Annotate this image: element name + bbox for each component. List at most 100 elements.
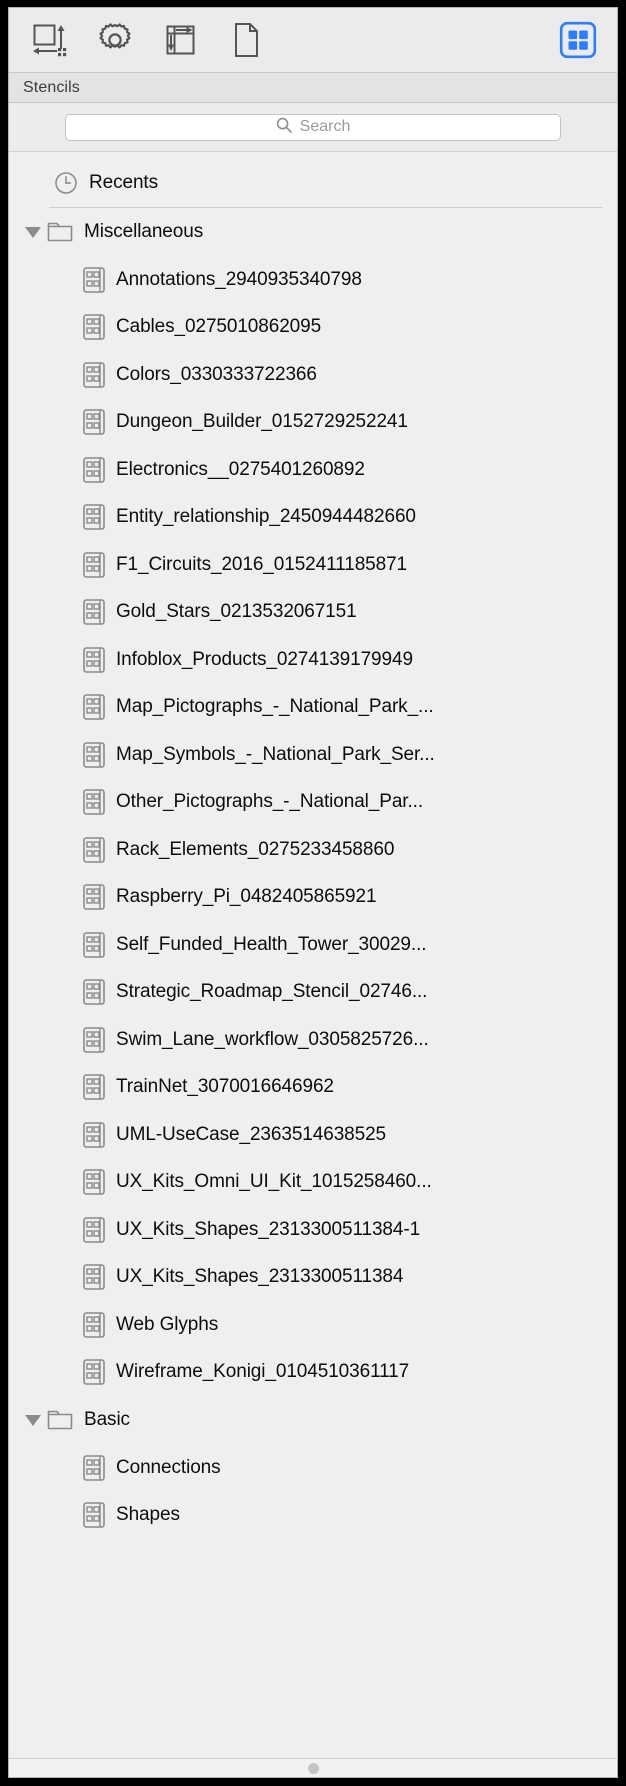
list-item[interactable]: Cables_0275010862095: [9, 304, 617, 352]
list-item-label: Shapes: [116, 1504, 180, 1526]
list-item-label: Gold_Stars_0213532067151: [116, 601, 357, 623]
stencil-icon: [83, 1169, 105, 1196]
stencil-icon: [83, 836, 105, 863]
list-item-label: Dungeon_Builder_0152729252241: [116, 411, 408, 433]
folder-icon: [47, 221, 73, 243]
stencils-grid-icon[interactable]: [557, 20, 599, 60]
list-item-label: Web Glyphs: [116, 1313, 219, 1335]
gear-icon[interactable]: [95, 20, 135, 60]
folder-icon: [47, 1409, 73, 1431]
list-item[interactable]: Gold_Stars_0213532067151: [9, 589, 617, 637]
stencil-icon: [83, 1074, 105, 1101]
list-item[interactable]: Map_Pictographs_-_National_Park_...: [9, 684, 617, 732]
stencil-icon: [83, 409, 105, 436]
stencil-icon: [83, 931, 105, 958]
layout-guides-icon[interactable]: [161, 20, 201, 60]
search-input[interactable]: Search: [65, 113, 561, 141]
stencil-icon: [83, 456, 105, 483]
list-item-label: Entity_relationship_2450944482660: [116, 506, 416, 528]
stencil-icon: [83, 1216, 105, 1243]
stencil-icon: [83, 646, 105, 673]
stencil-icon: [83, 884, 105, 911]
list-item[interactable]: Dungeon_Builder_0152729252241: [9, 399, 617, 447]
list-item[interactable]: UML-UseCase_2363514638525: [9, 1111, 617, 1159]
list-item[interactable]: Rack_Elements_0275233458860: [9, 826, 617, 874]
list-item[interactable]: Raspberry_Pi_0482405865921: [9, 874, 617, 922]
stencil-icon: [83, 1311, 105, 1338]
list-item-label: UX_Kits_Shapes_2313300511384-1: [116, 1218, 421, 1240]
screenshot-root: Stencils Search Recents Miscellaneous An…: [0, 0, 626, 1786]
group-header-basic[interactable]: Basic: [9, 1396, 617, 1444]
list-item[interactable]: Strategic_Roadmap_Stencil_02746...: [9, 969, 617, 1017]
chevron-down-icon[interactable]: [23, 226, 43, 238]
stencil-icon: [83, 599, 105, 626]
list-item[interactable]: F1_Circuits_2016_0152411185871: [9, 541, 617, 589]
document-page-icon[interactable]: [227, 20, 267, 60]
list-item[interactable]: UX_Kits_Omni_UI_Kit_1015258460...: [9, 1159, 617, 1207]
list-item-label: Rack_Elements_0275233458860: [116, 838, 395, 860]
stencil-icon: [83, 1264, 105, 1291]
list-item[interactable]: TrainNet_3070016646962: [9, 1064, 617, 1112]
list-item[interactable]: Entity_relationship_2450944482660: [9, 494, 617, 542]
stencil-icon: [83, 1502, 105, 1529]
list-item-label: UX_Kits_Omni_UI_Kit_1015258460...: [116, 1171, 432, 1193]
list-item[interactable]: Wireframe_Konigi_0104510361117: [9, 1349, 617, 1397]
stencil-icon: [83, 1359, 105, 1386]
list-item-label: Colors_0330333722366: [116, 363, 317, 385]
list-item[interactable]: Infoblox_Products_0274139179949: [9, 636, 617, 684]
group-label: Basic: [84, 1409, 130, 1430]
resize-canvas-icon[interactable]: [29, 20, 69, 60]
search-placeholder: Search: [299, 118, 351, 135]
sidebar-item-recents[interactable]: Recents: [9, 159, 617, 207]
stencil-icon: [83, 789, 105, 816]
list-item-label: Raspberry_Pi_0482405865921: [116, 886, 377, 908]
stencil-icon: [83, 1121, 105, 1148]
sidebar-item-label: Recents: [89, 172, 159, 193]
list-item[interactable]: UX_Kits_Shapes_2313300511384: [9, 1254, 617, 1302]
stencil-icon: [83, 361, 105, 388]
stencils-list[interactable]: Recents Miscellaneous Annotations_294093…: [9, 152, 617, 1758]
list-item[interactable]: Connections: [9, 1444, 617, 1492]
panel-header: Stencils: [9, 73, 617, 103]
stencils-panel-window: Stencils Search Recents Miscellaneous An…: [8, 7, 618, 1778]
list-item[interactable]: Annotations_2940935340798: [9, 256, 617, 304]
list-item[interactable]: UX_Kits_Shapes_2313300511384-1: [9, 1206, 617, 1254]
list-item-label: F1_Circuits_2016_0152411185871: [116, 553, 408, 575]
list-item[interactable]: Shapes: [9, 1492, 617, 1540]
clock-icon: [54, 171, 78, 195]
group-header-miscellaneous[interactable]: Miscellaneous: [9, 208, 617, 256]
list-item-label: Infoblox_Products_0274139179949: [116, 648, 413, 670]
stencil-icon: [83, 266, 105, 293]
page-title: Stencils: [23, 78, 80, 96]
list-item-label: UML-UseCase_2363514638525: [116, 1123, 387, 1145]
list-item[interactable]: Electronics__0275401260892: [9, 446, 617, 494]
stencil-icon: [83, 504, 105, 531]
scrollbar-thumb[interactable]: [307, 1762, 319, 1774]
list-item[interactable]: Web Glyphs: [9, 1301, 617, 1349]
list-item-label: Wireframe_Konigi_0104510361117: [116, 1361, 410, 1383]
stencil-icon: [83, 694, 105, 721]
list-item-label: Electronics__0275401260892: [116, 458, 365, 480]
search-inner: Search: [276, 117, 351, 138]
stencil-icon: [83, 979, 105, 1006]
list-item-label: Cables_0275010862095: [116, 316, 322, 338]
list-item-label: Swim_Lane_workflow_0305825726...: [116, 1028, 429, 1050]
list-item-label: Self_Funded_Health_Tower_30029...: [116, 933, 427, 955]
stencil-icon: [83, 551, 105, 578]
list-item-label: Annotations_2940935340798: [116, 268, 362, 290]
list-item[interactable]: Swim_Lane_workflow_0305825726...: [9, 1016, 617, 1064]
toolbar-left-group: [29, 20, 557, 60]
list-item[interactable]: Other_Pictographs_-_National_Par...: [9, 779, 617, 827]
stencil-icon: [83, 314, 105, 341]
list-item-label: TrainNet_3070016646962: [116, 1076, 334, 1098]
stencil-icon: [83, 741, 105, 768]
search-bar: Search: [9, 103, 617, 152]
list-item[interactable]: Map_Symbols_-_National_Park_Ser...: [9, 731, 617, 779]
list-item-label: Other_Pictographs_-_National_Par...: [116, 791, 424, 813]
list-item-label: Map_Symbols_-_National_Park_Ser...: [116, 743, 435, 765]
chevron-down-icon[interactable]: [23, 1414, 43, 1426]
list-item-label: Connections: [116, 1456, 221, 1478]
horizontal-scrollbar[interactable]: [9, 1758, 617, 1777]
list-item[interactable]: Colors_0330333722366: [9, 351, 617, 399]
list-item[interactable]: Self_Funded_Health_Tower_30029...: [9, 921, 617, 969]
